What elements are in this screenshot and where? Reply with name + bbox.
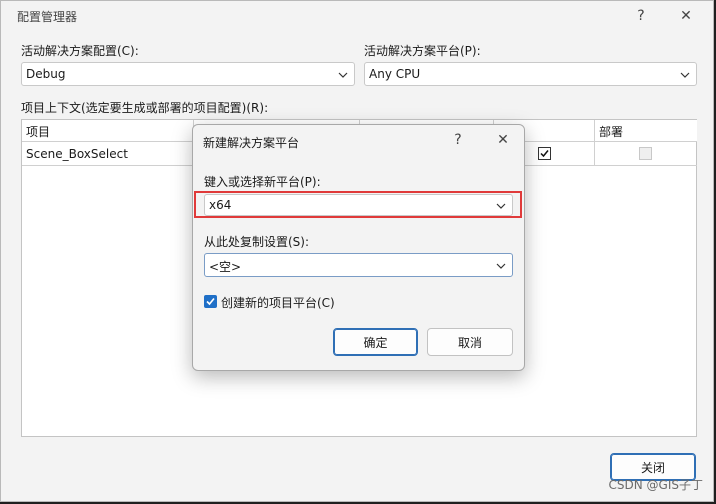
build-checkbox[interactable] [538,147,551,160]
active-platform-label: 活动解决方案平台(P): [364,44,481,58]
copy-from-value: <空> [209,260,242,274]
create-project-platforms-label: 创建新的项目平台(C) [221,296,335,310]
chevron-down-icon [680,72,690,78]
help-button[interactable]: ? [626,5,656,27]
csdn-watermark: CSDN @GIS子丁 [608,478,703,492]
chevron-down-icon [338,72,348,78]
checkmark-icon [540,150,549,158]
copy-from-dropdown[interactable]: <空> [204,253,513,277]
new-platform-value: x64 [209,198,232,212]
table-row-project[interactable]: Scene_BoxSelect [22,142,194,166]
dialog-close-button[interactable]: ✕ [488,129,518,151]
copy-from-label: 从此处复制设置(S): [204,235,310,249]
active-config-dropdown[interactable]: Debug [21,62,355,86]
close-icon: ✕ [680,8,692,24]
dialog-title: 新建解决方案平台 [203,136,300,150]
new-platform-label: 键入或选择新平台(P): [204,175,321,189]
deploy-checkbox [639,147,652,160]
active-platform-dropdown[interactable]: Any CPU [364,62,697,86]
table-row-deploy [595,142,697,166]
chevron-down-icon [496,203,506,209]
window-close-button[interactable]: ✕ [671,5,701,27]
active-platform-value: Any CPU [369,67,421,81]
column-header-deploy[interactable]: 部署 [595,120,697,142]
active-config-value: Debug [26,67,66,81]
help-icon: ? [637,8,645,24]
project-context-label: 项目上下文(选定要生成或部署的项目配置)(R): [21,101,269,115]
active-config-label: 活动解决方案配置(C): [21,44,139,58]
new-platform-combobox[interactable]: x64 [204,194,513,216]
cancel-button[interactable]: 取消 [427,328,513,356]
title-bar: 配置管理器 ? ✕ [1,1,713,31]
window-title: 配置管理器 [17,10,78,24]
column-header-project[interactable]: 项目 [22,120,194,142]
ok-button[interactable]: 确定 [333,328,418,356]
create-project-platforms-checkbox[interactable] [204,295,217,308]
chevron-down-icon [496,263,506,269]
help-icon: ? [454,132,462,148]
checkmark-icon [206,297,215,306]
new-solution-platform-dialog: 新建解决方案平台 ? ✕ 键入或选择新平台(P): x64 从此处复制设置(S)… [192,124,525,371]
close-icon: ✕ [497,132,509,148]
dialog-help-button[interactable]: ? [443,129,473,151]
